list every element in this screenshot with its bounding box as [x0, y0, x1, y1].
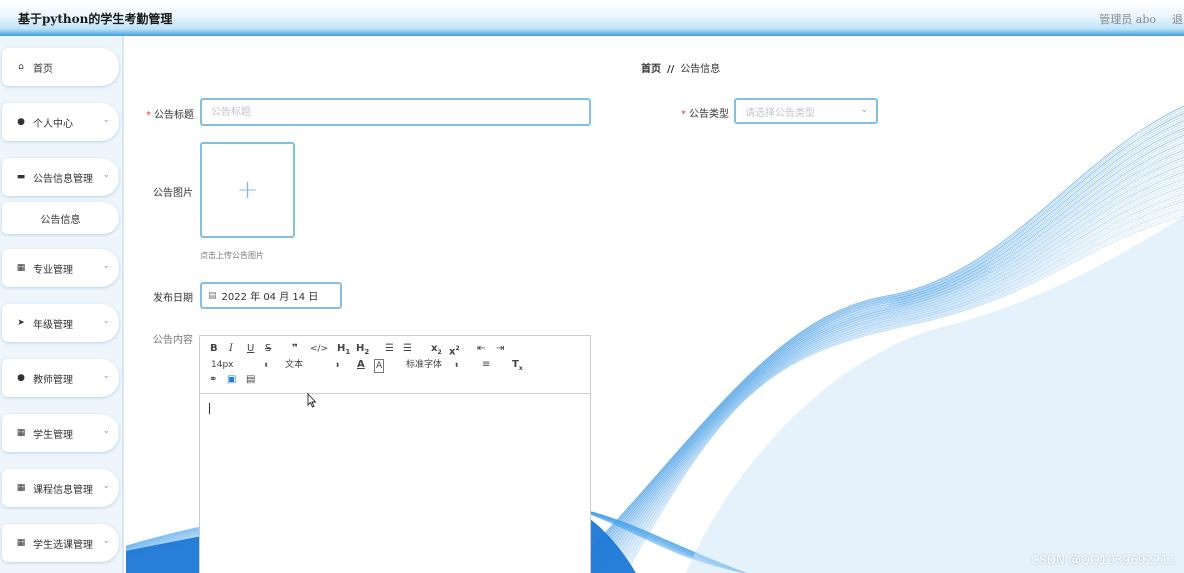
font-color-button[interactable]: A: [357, 359, 365, 371]
message-icon: ▬: [16, 172, 26, 182]
grid-icon: ▦: [16, 263, 26, 273]
chevron-down-icon: ⌄: [102, 170, 110, 180]
bullet-list-icon[interactable]: ☰: [403, 343, 412, 355]
type-select-placeholder: 请选择公告类型: [745, 107, 815, 119]
chevron-down-icon: ⌄: [102, 371, 110, 381]
code-block-button[interactable]: </>: [310, 343, 328, 355]
required-mark: *: [146, 110, 151, 121]
sidebar-item-label: 公告信息管理: [33, 173, 93, 185]
heading-1-button[interactable]: H1: [337, 343, 350, 358]
sidebar-item-major-management[interactable]: ▦ 专业管理 ⌄: [2, 249, 119, 287]
admin-info: 管理员 abo: [1099, 13, 1156, 26]
chevron-down-icon: ⌄: [102, 536, 110, 546]
sidebar-item-personal-center[interactable]: ● 个人中心 ⌄: [2, 103, 119, 141]
sidebar-item-label: 专业管理: [33, 264, 73, 276]
video-icon[interactable]: ▤: [246, 374, 255, 386]
chevron-down-icon: ⌄: [102, 316, 110, 326]
sidebar: ⌂ 首页 ● 个人中心 ⌄ ▬ 公告信息管理 ⌄ 公告信息 ▦ 专业管理 ⌄ ➤…: [0, 36, 124, 573]
calendar-icon: ▤: [208, 290, 217, 301]
align-icon[interactable]: ≡: [482, 359, 490, 371]
sidebar-item-label: 年级管理: [33, 319, 73, 331]
top-bar: 基于python的学生考勤管理 管理员 abo 退出: [0, 0, 1184, 36]
mouse-pointer-icon: [307, 393, 317, 408]
breadcrumb-home[interactable]: 首页: [641, 64, 661, 75]
underline-button[interactable]: U: [247, 343, 254, 355]
send-icon: ➤: [17, 318, 25, 328]
breadcrumb: 首页 // 公告信息: [641, 60, 720, 75]
clear-format-icon[interactable]: Tx: [512, 359, 523, 375]
sidebar-item-label: 学生管理: [33, 429, 73, 441]
image-upload-button[interactable]: +: [200, 142, 295, 238]
image-icon[interactable]: ▣: [227, 374, 236, 386]
type-select[interactable]: 请选择公告类型 ⌄: [734, 98, 878, 124]
chevron-down-icon: ⌄: [102, 261, 110, 271]
image-label: 公告图片: [153, 188, 193, 199]
upload-hint: 点击上传公告图片: [200, 251, 264, 260]
font-size-select[interactable]: 14px ⬍: [211, 359, 269, 372]
date-picker[interactable]: ▤ 2022 年 04 月 14 日: [200, 282, 342, 309]
logout-link[interactable]: 退出: [1172, 11, 1184, 27]
sidebar-item-label: 首页: [33, 63, 53, 75]
sidebar-item-home[interactable]: ⌂ 首页: [2, 48, 119, 86]
app-title: 基于python的学生考勤管理: [18, 12, 173, 26]
breadcrumb-current: 公告信息: [680, 64, 721, 75]
title-label: * 公告标题: [146, 110, 194, 121]
superscript-button[interactable]: x2: [449, 343, 460, 358]
heading-2-button[interactable]: H2: [356, 343, 369, 358]
sidebar-item-label: 个人中心: [33, 118, 73, 130]
chevron-down-icon: ⌄: [102, 481, 110, 491]
indent-icon[interactable]: ⇥: [496, 343, 504, 355]
type-label: * 公告类型: [681, 109, 729, 120]
editor-content-area[interactable]: [200, 394, 590, 573]
content-label: 公告内容: [153, 335, 193, 346]
required-mark: *: [681, 109, 686, 120]
title-input[interactable]: [200, 98, 591, 126]
italic-button[interactable]: I: [229, 343, 233, 355]
date-value: 2022 年 04 月 14 日: [221, 292, 319, 303]
watermark: CSDN @QQ1039692211: [1030, 553, 1176, 567]
user-icon: ●: [17, 373, 25, 383]
sidebar-item-grade-management[interactable]: ➤ 年级管理 ⌄: [2, 304, 119, 342]
strikethrough-button[interactable]: S: [265, 343, 271, 355]
subscript-button[interactable]: x2: [431, 343, 442, 359]
submenu-item-notice-info[interactable]: 公告信息: [2, 202, 119, 234]
home-icon: ⌂: [18, 62, 24, 72]
editor-toolbar: B I U S ❞ </> H1 H2 ☰ ☰ x2 x2 ⇤ ⇥ 14px ⬍ …: [200, 336, 590, 394]
background-color-button[interactable]: A: [374, 359, 385, 373]
sidebar-item-label: 教师管理: [33, 374, 73, 386]
grid-icon: ▦: [16, 428, 26, 438]
text-style-select[interactable]: 文本 ⬍: [285, 359, 340, 372]
sidebar-item-notice-management[interactable]: ▬ 公告信息管理 ⌄: [2, 158, 119, 196]
link-icon[interactable]: ⚭: [209, 374, 217, 386]
user-icon: ●: [17, 117, 25, 127]
grid-icon: ▦: [16, 483, 26, 493]
chevron-down-icon: ⌄: [860, 105, 868, 115]
ordered-list-icon[interactable]: ☰: [385, 343, 394, 355]
outdent-icon[interactable]: ⇤: [477, 343, 485, 355]
sidebar-item-teacher-management[interactable]: ● 教师管理 ⌄: [2, 359, 119, 397]
sidebar-item-label: 学生选课管理: [33, 539, 93, 551]
chevron-down-icon: ⌄: [102, 115, 110, 125]
plus-icon: +: [236, 175, 259, 205]
chevron-down-icon: ⌄: [102, 426, 110, 436]
main-content: 首页 // 公告信息 *公告标题 *公告类型 请选择公告类型 ⌄ 公告图片 + 点击…: [126, 36, 1184, 573]
date-label: 发布日期: [153, 293, 193, 304]
rich-text-editor: B I U S ❞ </> H1 H2 ☰ ☰ x2 x2 ⇤ ⇥ 14px ⬍ …: [199, 335, 591, 573]
blockquote-button[interactable]: ❞: [292, 343, 298, 355]
sidebar-item-label: 课程信息管理: [33, 484, 93, 496]
grid-icon: ▦: [16, 538, 26, 548]
breadcrumb-separator: //: [667, 64, 675, 75]
bold-button[interactable]: B: [210, 343, 218, 355]
font-family-select[interactable]: 标准字体 ⬍: [406, 359, 459, 372]
text-caret: [209, 403, 210, 414]
sidebar-item-course-selection[interactable]: ▦ 学生选课管理 ⌄: [2, 524, 119, 562]
sidebar-item-student-management[interactable]: ▦ 学生管理 ⌄: [2, 414, 119, 452]
sidebar-item-course-management[interactable]: ▦ 课程信息管理 ⌄: [2, 469, 119, 507]
